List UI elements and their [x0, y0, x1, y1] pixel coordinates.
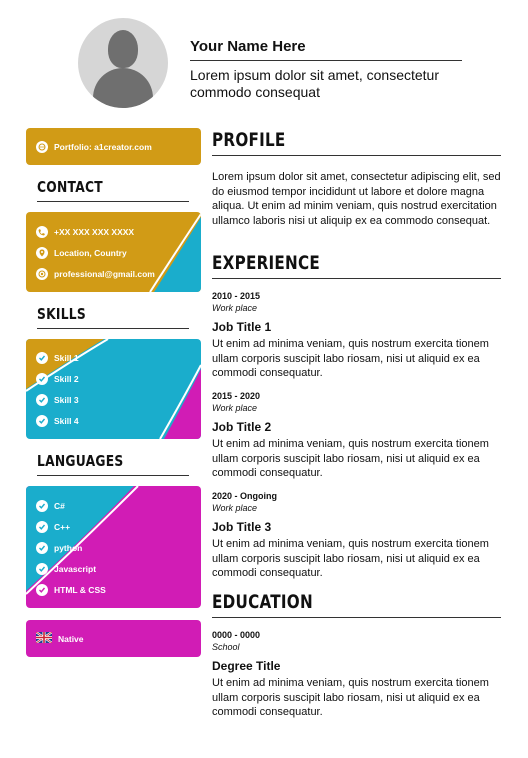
at-icon [36, 268, 48, 280]
check-icon [36, 352, 48, 364]
contact-card: +XX XXX XXX XXXX Location, Country profe… [26, 212, 201, 292]
contact-email-row[interactable]: professional@gmail.com [36, 268, 155, 280]
languages-heading: LANGUAGES [37, 452, 124, 470]
check-icon [36, 394, 48, 406]
job-workplace: Work place [212, 503, 258, 513]
native-row: Native [35, 631, 84, 645]
native-language-card: Native [26, 620, 201, 657]
skills-card: Skill 1 Skill 2 Skill 3 Skill 4 [26, 339, 201, 439]
check-icon [36, 415, 48, 427]
skill-label: Skill 1 [54, 353, 79, 363]
languages-divider [37, 475, 189, 476]
language-label: python [54, 543, 83, 553]
resume-name: Your Name Here [190, 38, 306, 55]
portfolio-text: Portfolio: a1creator.com [54, 142, 152, 152]
education-divider [212, 617, 501, 618]
portfolio-card: Portfolio: a1creator.com [26, 128, 201, 165]
language-label: Javascript [54, 564, 97, 574]
degree-title: Degree Title [212, 659, 281, 673]
native-label: Native [58, 633, 84, 644]
contact-location-row: Location, Country [36, 247, 127, 259]
skill-item: Skill 2 [36, 373, 79, 385]
check-icon [36, 542, 48, 554]
language-label: C++ [54, 522, 71, 532]
phone-icon [36, 226, 48, 238]
avatar-head-shape [108, 30, 138, 68]
job-dates: 2020 - Ongoing [212, 491, 278, 501]
profile-text: Lorem ipsum dolor sit amet, consectetur … [212, 171, 501, 227]
language-label: C# [54, 501, 65, 511]
job-description: Ut enim ad minima veniam, quis nostrum e… [212, 438, 489, 479]
education-dates: 0000 - 0000 [212, 630, 261, 640]
skill-item: Skill 1 [36, 352, 79, 364]
contact-location-text: Location, Country [54, 248, 127, 258]
check-icon [36, 563, 48, 575]
contact-heading: CONTACT [37, 178, 103, 196]
avatar [78, 18, 168, 108]
education-school: School [212, 642, 240, 652]
skill-label: Skill 2 [54, 374, 79, 384]
language-label: HTML & CSS [54, 585, 106, 595]
resume-tagline: Lorem ipsum dolor sit amet, consectetur … [190, 67, 439, 100]
job-title: Job Title 2 [212, 420, 272, 434]
experience-heading: EXPERIENCE [212, 252, 321, 274]
education-description: Ut enim ad minima veniam, quis nostrum e… [212, 677, 489, 718]
skill-label: Skill 3 [54, 395, 79, 405]
uk-flag-icon [35, 631, 53, 645]
skill-item: Skill 3 [36, 394, 79, 406]
job-dates: 2015 - 2020 [212, 391, 261, 401]
location-pin-icon [36, 247, 48, 259]
language-item: C# [36, 500, 65, 512]
skill-label: Skill 4 [54, 416, 79, 426]
name-divider [190, 60, 462, 61]
avatar-body-shape [93, 68, 153, 108]
job-dates: 2010 - 2015 [212, 291, 261, 301]
job-description: Ut enim ad minima veniam, quis nostrum e… [212, 338, 489, 379]
language-item: Javascript [36, 563, 96, 575]
skills-divider [37, 328, 189, 329]
job-title: Job Title 1 [212, 320, 272, 334]
check-icon [36, 373, 48, 385]
skill-item: Skill 4 [36, 415, 79, 427]
language-item: python [36, 542, 82, 554]
languages-card: C# C++ python Javascript HTML & CSS [26, 486, 201, 608]
job-title: Job Title 3 [212, 520, 272, 534]
language-item: HTML & CSS [36, 584, 106, 596]
portfolio-row[interactable]: Portfolio: a1creator.com [36, 141, 152, 153]
skills-heading: SKILLS [37, 305, 86, 323]
language-item: C++ [36, 521, 70, 533]
profile-divider [212, 155, 501, 156]
education-heading: EDUCATION [212, 591, 313, 613]
contact-email-text: professional@gmail.com [54, 269, 155, 279]
check-icon [36, 584, 48, 596]
job-description: Ut enim ad minima veniam, quis nostrum e… [212, 538, 489, 579]
contact-phone-row[interactable]: +XX XXX XXX XXXX [36, 226, 134, 238]
contact-phone-text: +XX XXX XXX XXXX [54, 227, 135, 237]
profile-heading: PROFILE [212, 129, 286, 151]
job-workplace: Work place [212, 303, 258, 313]
check-icon [36, 521, 48, 533]
check-icon [36, 500, 48, 512]
job-workplace: Work place [212, 403, 258, 413]
globe-icon [36, 141, 48, 153]
experience-divider [212, 278, 501, 279]
contact-divider [37, 201, 189, 202]
